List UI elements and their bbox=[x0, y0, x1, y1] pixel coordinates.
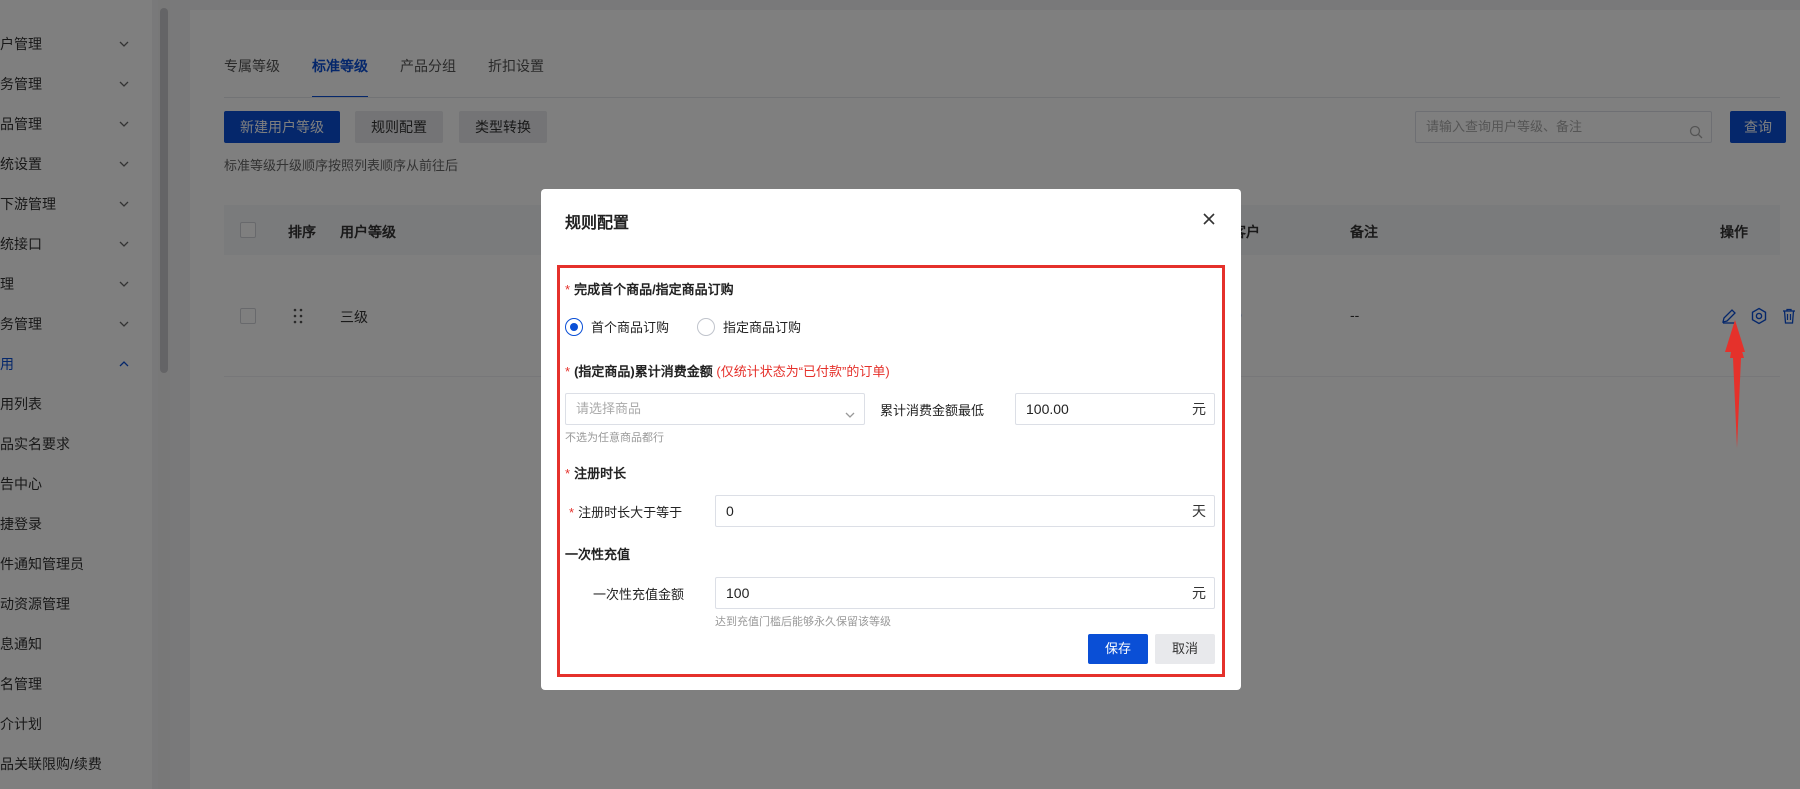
product-select-placeholder: 请选择商品 bbox=[576, 401, 642, 416]
dialog-title: 规则配置 bbox=[565, 215, 630, 232]
section-first-order-label: * 完成首个商品/指定商品订购 bbox=[565, 279, 734, 298]
close-icon[interactable] bbox=[1199, 209, 1219, 229]
radio-specified-product[interactable]: 指定商品订购 bbox=[697, 317, 801, 336]
required-asterisk: * bbox=[569, 505, 575, 520]
reg-duration-label: * 注册时长大于等于 bbox=[569, 502, 682, 521]
radio-first-product[interactable]: 首个商品订购 bbox=[565, 317, 669, 336]
save-button[interactable]: 保存 bbox=[1088, 634, 1148, 664]
recharge-note: 达到充值门槛后能够永久保留该等级 bbox=[715, 616, 891, 628]
required-asterisk: * bbox=[565, 466, 571, 481]
recharge-value: 100 bbox=[726, 585, 750, 601]
currency-unit: 元 bbox=[1192, 401, 1206, 417]
recharge-amount-input[interactable]: 100 元 bbox=[715, 577, 1215, 609]
section-accumulated-consume-label: * (指定商品)累计消费金额 (仅统计状态为“已付款”的订单) bbox=[565, 361, 890, 380]
chevron-down-icon bbox=[844, 402, 856, 432]
section-label-text: 注册时长 bbox=[574, 466, 627, 481]
section-one-time-recharge-label: 一次性充值 bbox=[565, 547, 631, 562]
section-label-text: 完成首个商品/指定商品订购 bbox=[574, 282, 734, 297]
product-select[interactable]: 请选择商品 bbox=[565, 393, 865, 425]
annotation-arrow-icon bbox=[1715, 318, 1755, 461]
currency-unit: 元 bbox=[1192, 585, 1206, 601]
recharge-amount-label: 一次性充值金额 bbox=[593, 587, 685, 602]
required-asterisk: * bbox=[565, 364, 571, 379]
min-consume-label: 累计消费金额最低 bbox=[880, 403, 985, 418]
required-asterisk: * bbox=[565, 282, 571, 297]
min-consume-input[interactable]: 100.00 元 bbox=[1015, 393, 1215, 425]
reg-duration-value: 0 bbox=[726, 503, 734, 519]
rule-config-dialog: 规则配置 * 完成首个商品/指定商品订购 首个商品订购 指定商品订购 * (指定商品… bbox=[541, 189, 1241, 690]
radio-selected-icon bbox=[565, 317, 583, 336]
radio-label: 首个商品订购 bbox=[591, 320, 670, 335]
section-label-text: (指定商品)累计消费金额 bbox=[574, 364, 713, 379]
reg-duration-input[interactable]: 0 天 bbox=[715, 495, 1215, 527]
day-unit: 天 bbox=[1192, 503, 1206, 519]
min-consume-value: 100.00 bbox=[1026, 401, 1069, 417]
radio-label: 指定商品订购 bbox=[723, 320, 802, 335]
field-label-text: 注册时长大于等于 bbox=[578, 505, 683, 520]
radio-unselected-icon bbox=[697, 317, 715, 336]
paid-orders-note: (仅统计状态为“已付款”的订单) bbox=[716, 364, 890, 379]
product-note: 不选为任意商品都行 bbox=[565, 432, 664, 444]
cancel-button[interactable]: 取消 bbox=[1155, 634, 1215, 664]
section-registration-duration-label: * 注册时长 bbox=[565, 463, 626, 482]
